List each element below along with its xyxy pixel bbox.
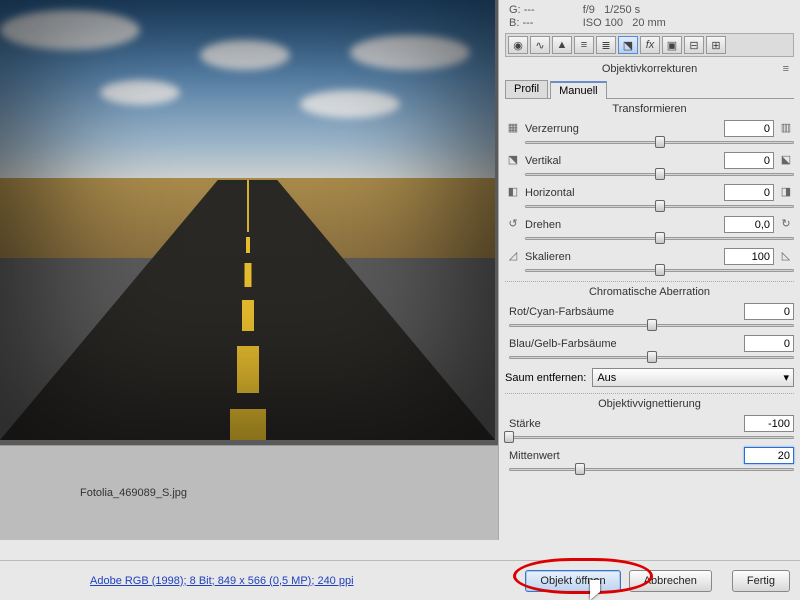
blueyellow-label: Blau/Gelb-Farbsäume [509,338,740,350]
distortion-label: Verzerrung [525,123,720,135]
filename-label: Fotolia_469089_S.jpg [80,487,187,499]
distortion-left-icon[interactable]: ▦ [505,121,521,137]
open-object-button[interactable]: Objekt öffnen [525,570,620,592]
rotate-input[interactable] [724,216,774,233]
done-button[interactable]: Fertig [732,570,790,592]
panel-tabs: ◉ ∿ ▲ ≡ ≣ ⬔ fx ▣ ⊟ ⊞ [505,33,794,57]
vertical-input[interactable] [724,152,774,169]
amount-input[interactable] [744,415,794,432]
redcyan-label: Rot/Cyan-Farbsäume [509,306,740,318]
vertical-right-icon[interactable]: ⬕ [778,153,794,169]
redcyan-slider[interactable] [509,320,794,330]
midpoint-label: Mittenwert [509,450,740,462]
horizontal-slider[interactable] [525,201,794,211]
horizontal-label: Horizontal [525,187,720,199]
vertical-left-icon[interactable]: ⬔ [505,153,521,169]
distortion-right-icon[interactable]: ▥ [778,121,794,137]
horizontal-input[interactable] [724,184,774,201]
distortion-input[interactable] [724,120,774,137]
detail-tab-icon[interactable]: ▲ [552,36,572,54]
fx-tab-icon[interactable]: fx [640,36,660,54]
rotate-slider[interactable] [525,233,794,243]
scale-label: Skalieren [525,251,720,263]
dropdown-icon: ▾ [783,371,789,384]
amount-slider[interactable] [509,432,794,442]
defringe-dropdown[interactable]: Aus ▾ [592,368,794,387]
tab-manual[interactable]: Manuell [550,81,607,99]
section-vignette: Objektivvignettierung [505,398,794,410]
vertical-slider[interactable] [525,169,794,179]
scale-left-icon[interactable]: ◿ [505,249,521,265]
tab-profile[interactable]: Profil [505,80,548,98]
workflow-link[interactable]: Adobe RGB (1998); 8 Bit; 849 x 566 (0,5 … [90,575,354,587]
snapshots-tab-icon[interactable]: ⊞ [706,36,726,54]
panel-title: Objektivkorrekturen ≡ [505,60,794,78]
midpoint-input[interactable] [744,447,794,464]
adjustments-panel: G: --- B: --- f/9 1/250 s ISO 100 20 mm … [498,0,800,540]
section-chromatic: Chromatische Aberration [505,286,794,298]
distortion-slider[interactable] [525,137,794,147]
image-preview[interactable] [0,0,498,445]
panel-menu-icon[interactable]: ≡ [783,63,790,75]
preview-pane: Fotolia_469089_S.jpg [0,0,498,540]
cancel-button[interactable]: Abbrechen [629,570,712,592]
rotate-label: Drehen [525,219,720,231]
filmstrip: Fotolia_469089_S.jpg [0,445,498,540]
camera-tab-icon[interactable]: ▣ [662,36,682,54]
curve-tab-icon[interactable]: ∿ [530,36,550,54]
scale-slider[interactable] [525,265,794,275]
section-transform: Transformieren [505,103,794,115]
rotate-right-icon[interactable]: ↻ [778,217,794,233]
vertical-label: Vertikal [525,155,720,167]
blueyellow-slider[interactable] [509,352,794,362]
footer-bar: Adobe RGB (1998); 8 Bit; 849 x 566 (0,5 … [0,560,800,600]
rotate-left-icon[interactable]: ↺ [505,217,521,233]
amount-label: Stärke [509,418,740,430]
defringe-label: Saum entfernen: [505,372,586,384]
hsl-tab-icon[interactable]: ≡ [574,36,594,54]
split-tab-icon[interactable]: ≣ [596,36,616,54]
midpoint-slider[interactable] [509,464,794,474]
horizontal-right-icon[interactable]: ◨ [778,185,794,201]
redcyan-input[interactable] [744,303,794,320]
blueyellow-input[interactable] [744,335,794,352]
scale-input[interactable] [724,248,774,265]
horizontal-left-icon[interactable]: ◧ [505,185,521,201]
presets-tab-icon[interactable]: ⊟ [684,36,704,54]
scale-right-icon[interactable]: ◺ [778,249,794,265]
lens-tab-icon[interactable]: ⬔ [618,36,638,54]
basic-tab-icon[interactable]: ◉ [508,36,528,54]
